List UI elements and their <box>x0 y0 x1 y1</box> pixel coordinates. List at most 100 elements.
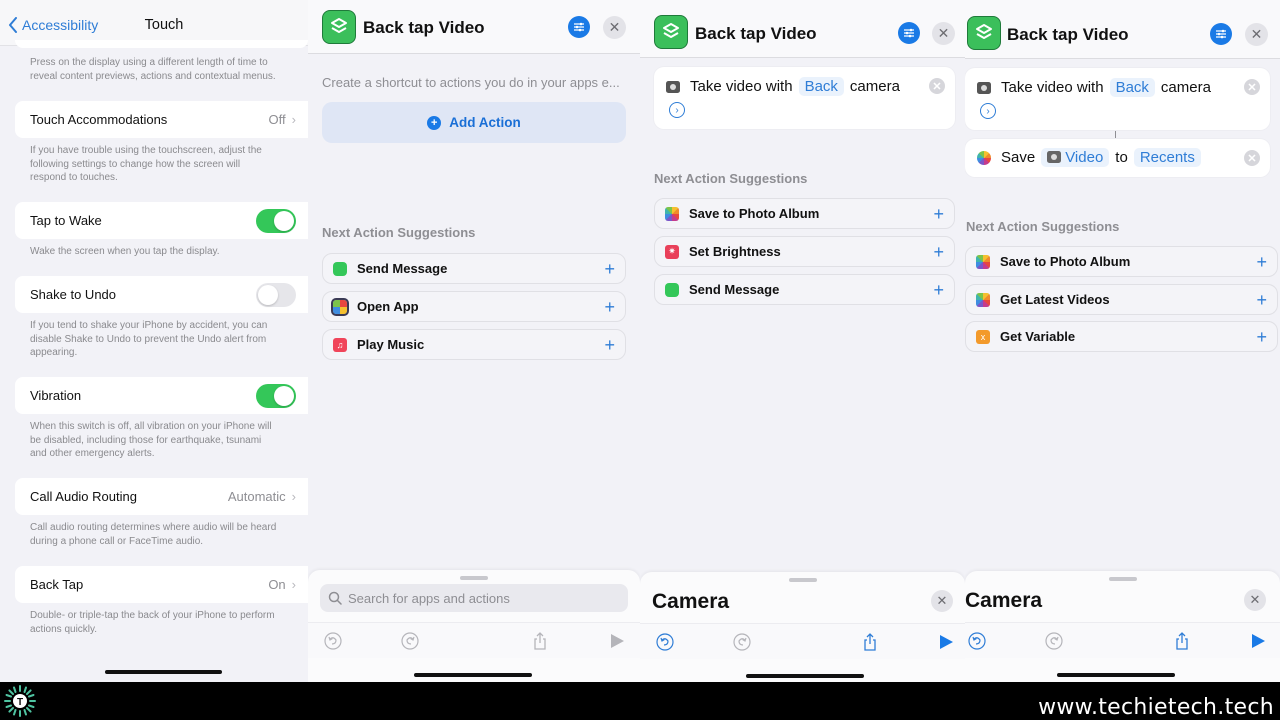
add-action-button[interactable]: + Add Action <box>322 102 626 143</box>
settings-button[interactable] <box>568 16 590 38</box>
share-button[interactable] <box>530 631 550 651</box>
row-footer: If you tend to shake your iPhone by acci… <box>30 320 268 358</box>
plus-icon[interactable]: + <box>604 298 615 316</box>
suggestion-item[interactable]: Open App + <box>322 291 626 322</box>
touch-settings-panel: Accessibility Touch Press on the display… <box>0 0 308 682</box>
toggle-knob <box>274 210 294 231</box>
action-take-video[interactable]: Take video with Back camera › ✕ <box>965 68 1270 130</box>
sliders-icon <box>904 28 914 38</box>
suggestion-item[interactable]: Send Message + <box>322 253 626 284</box>
home-indicator[interactable] <box>746 674 864 678</box>
album-parameter[interactable]: Recents <box>1133 148 1201 167</box>
action-prefix: Take video with <box>690 78 793 95</box>
haptic-touch-cell-edge[interactable] <box>15 40 308 48</box>
shortcut-title[interactable]: Back tap Video <box>695 24 817 44</box>
action-save-video[interactable]: Save Video to Recents ✕ <box>965 139 1270 177</box>
suggestion-item[interactable]: Send Message + <box>654 274 955 305</box>
play-icon <box>1252 634 1265 648</box>
open-app-icon <box>331 297 349 316</box>
run-button[interactable] <box>936 632 956 652</box>
home-indicator[interactable] <box>414 673 532 677</box>
suggestion-item[interactable]: Save to Photo Album + <box>654 198 955 229</box>
shortcut-app-icon[interactable] <box>322 10 356 44</box>
run-button[interactable] <box>607 631 627 651</box>
camera-parameter[interactable]: Back <box>1109 78 1155 97</box>
close-button[interactable]: ✕ <box>1245 23 1268 46</box>
undo-button[interactable] <box>655 632 675 652</box>
messages-icon <box>665 282 679 297</box>
toggle-knob <box>258 284 278 305</box>
close-button[interactable]: ✕ <box>932 22 955 45</box>
plus-icon[interactable]: + <box>1256 253 1267 271</box>
row-footer: Call audio routing determines where audi… <box>30 522 277 547</box>
expand-chevron-icon[interactable]: › <box>980 103 996 119</box>
variable-icon: x <box>976 329 990 344</box>
plus-icon[interactable]: + <box>1256 328 1267 346</box>
camera-parameter[interactable]: Back <box>798 77 844 96</box>
suggestion-item[interactable]: Save to Photo Album + <box>965 246 1278 277</box>
sheet-close-button[interactable]: ✕ <box>931 590 953 612</box>
toggle-knob <box>274 385 294 406</box>
vibration-toggle[interactable] <box>256 383 296 408</box>
shortcut-app-icon[interactable] <box>654 15 688 49</box>
suggestion-label: Get Variable <box>1000 329 1076 344</box>
action-prefix: Save <box>1001 149 1036 166</box>
suggestion-label: Send Message <box>689 282 780 297</box>
settings-button[interactable] <box>898 22 920 44</box>
tap-to-wake-toggle[interactable] <box>256 208 296 233</box>
share-button[interactable] <box>860 632 880 652</box>
plus-icon[interactable]: + <box>604 260 615 278</box>
plus-icon[interactable]: + <box>933 281 944 299</box>
sheet-close-button[interactable]: ✕ <box>1244 589 1266 611</box>
row-call-audio-routing[interactable]: Call Audio Routing Automatic › <box>15 478 308 515</box>
close-button[interactable]: ✕ <box>603 16 626 39</box>
chevron-right-icon: › <box>291 112 296 127</box>
shake-to-undo-toggle[interactable] <box>256 282 296 307</box>
redo-button[interactable] <box>1044 631 1064 651</box>
row-label: Shake to Undo <box>30 287 117 302</box>
search-input[interactable]: Search for apps and actions <box>320 584 628 612</box>
remove-action-icon[interactable]: ✕ <box>1244 79 1260 95</box>
suggestion-item[interactable]: ✷ Set Brightness + <box>654 236 955 267</box>
run-button[interactable] <box>1248 631 1268 651</box>
row-touch-accommodations[interactable]: Touch Accommodations Off › <box>15 101 308 138</box>
redo-button[interactable] <box>400 631 420 651</box>
video-variable[interactable]: Video <box>1041 148 1110 167</box>
home-indicator[interactable] <box>1057 673 1175 677</box>
shortcut-editor-one-action: Back tap Video ✕ Take video with Back ca… <box>640 0 965 682</box>
expand-chevron-icon[interactable]: › <box>669 102 685 118</box>
plus-icon[interactable]: + <box>933 243 944 261</box>
home-indicator[interactable] <box>105 670 222 674</box>
row-value: Off <box>268 112 286 127</box>
sheet-grabber[interactable] <box>1108 577 1137 581</box>
remove-action-icon[interactable]: ✕ <box>929 78 945 94</box>
sheet-grabber[interactable] <box>460 576 488 580</box>
row-label: Tap to Wake <box>30 213 102 228</box>
suggestions-heading: Next Action Suggestions <box>654 171 808 186</box>
redo-icon <box>1045 632 1063 650</box>
sliders-icon <box>574 22 584 32</box>
remove-action-icon[interactable]: ✕ <box>1244 150 1260 166</box>
suggestion-item[interactable]: ♫ Play Music + <box>322 329 626 360</box>
suggestion-label: Open App <box>357 299 419 314</box>
plus-icon[interactable]: + <box>604 336 615 354</box>
share-icon <box>1176 632 1188 650</box>
redo-button[interactable] <box>732 632 752 652</box>
share-button[interactable] <box>1172 631 1192 651</box>
undo-button[interactable] <box>323 631 343 651</box>
action-take-video[interactable]: Take video with Back camera › ✕ <box>654 67 955 129</box>
undo-button[interactable] <box>967 631 987 651</box>
sheet-grabber[interactable] <box>788 578 817 582</box>
action-suffix: camera <box>849 78 900 95</box>
suggestion-item[interactable]: x Get Variable + <box>965 321 1278 352</box>
shortcut-title[interactable]: Back tap Video <box>1007 25 1129 45</box>
suggestion-item[interactable]: Get Latest Videos + <box>965 284 1278 315</box>
shortcut-app-icon[interactable] <box>967 16 1001 50</box>
search-icon <box>328 591 342 605</box>
settings-button[interactable] <box>1210 23 1232 45</box>
action-prefix: Take video with <box>1001 79 1104 96</box>
plus-icon[interactable]: + <box>1256 291 1267 309</box>
row-back-tap[interactable]: Back Tap On › <box>15 566 308 603</box>
shortcut-title[interactable]: Back tap Video <box>363 18 485 38</box>
plus-icon[interactable]: + <box>933 205 944 223</box>
